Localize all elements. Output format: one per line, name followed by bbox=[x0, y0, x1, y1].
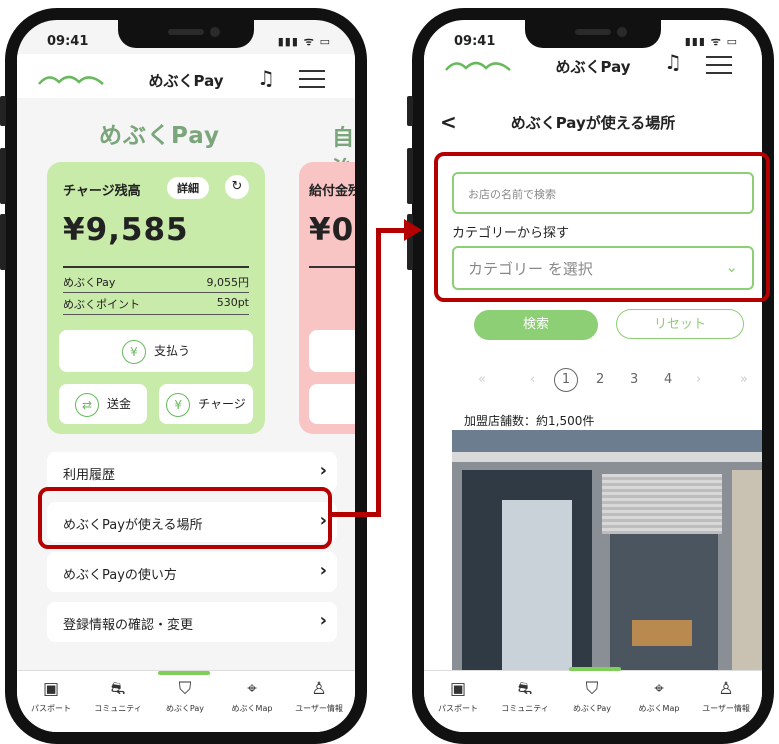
tab-bar: ▣ パスポート ⛐ コミュニティ ⛉ めぶくPay ⌖ めぶくMap ♙ ユーザー情報 bbox=[17, 670, 355, 732]
tab-passport[interactable]: ▣ パスポート bbox=[424, 679, 492, 714]
charge-icon: ¥ bbox=[166, 392, 191, 417]
app-header: めぶくPay ♫ bbox=[17, 54, 355, 98]
connector-arrow-vertical bbox=[376, 228, 381, 517]
bell-icon[interactable]: ♫ bbox=[664, 50, 682, 74]
screen-places: 09:41 ▮▮▮ ᯤ ▭ めぶくPay ♫ < めぶくPayが使える場所 お店… bbox=[424, 20, 762, 732]
chevron-right-icon: › bbox=[319, 560, 327, 581]
community-icon: ⛐ bbox=[110, 679, 126, 699]
hamburger-menu-icon[interactable] bbox=[706, 56, 732, 80]
highlight-usable-places-link bbox=[38, 487, 332, 549]
charge-balance-card[interactable]: チャージ残高 詳細 ↻ ¥9,585 めぶくPay 9,055円 めぶくポイント 5… bbox=[47, 162, 265, 434]
map-icon: ⌖ bbox=[654, 679, 664, 699]
pay-icon: ⛉ bbox=[178, 679, 192, 699]
refresh-icon[interactable]: ↻ bbox=[225, 175, 249, 199]
screen-home: 09:41 ▮▮▮ ᯤ ▭ めぶくPay ♫ めぶくPay 自治 チャージ残高 … bbox=[17, 20, 355, 732]
benefit-pay-button[interactable] bbox=[309, 330, 355, 372]
hamburger-menu-icon[interactable] bbox=[299, 70, 325, 94]
brand-title: めぶくPay bbox=[99, 123, 221, 149]
highlight-search-area bbox=[434, 152, 770, 302]
active-tab-indicator bbox=[158, 671, 210, 675]
mute-switch bbox=[407, 96, 413, 126]
benefit-balance-label: 給付金残 bbox=[309, 184, 355, 199]
tab-community[interactable]: ⛐ コミュニティ bbox=[84, 679, 152, 714]
connector-arrow-top bbox=[376, 228, 406, 233]
storefront-photo[interactable] bbox=[452, 430, 762, 670]
benefit-action-button[interactable] bbox=[309, 384, 355, 424]
yen-icon: ¥ bbox=[121, 339, 146, 364]
page-header: < めぶくPayが使える場所 bbox=[424, 110, 762, 140]
charge-button[interactable]: ¥ チャージ bbox=[159, 384, 253, 424]
tab-bar: ▣ パスポート ⛐ コミュニティ ⛉ めぶくPay ⌖ めぶくMap ♙ ユーザー情報 bbox=[424, 667, 762, 732]
send-money-icon: ⇄ bbox=[74, 392, 99, 417]
balance-row-points: めぶくポイント 530pt bbox=[63, 296, 249, 315]
pagination-next[interactable]: › bbox=[696, 372, 701, 387]
chevron-right-icon: › bbox=[319, 610, 327, 631]
mute-switch bbox=[0, 96, 6, 126]
benefit-balance-card[interactable]: 給付金残 ¥0 bbox=[299, 162, 355, 434]
app-header: めぶくPay ♫ bbox=[424, 46, 762, 90]
pagination-page-2[interactable]: 2 bbox=[596, 372, 604, 387]
user-icon: ♙ bbox=[311, 679, 327, 699]
tab-user[interactable]: ♙ ユーザー情報 bbox=[692, 679, 760, 714]
detail-button[interactable]: 詳細 bbox=[167, 177, 209, 199]
pagination-first[interactable]: « bbox=[478, 372, 486, 387]
pagination-last[interactable]: » bbox=[740, 372, 748, 387]
passport-icon: ▣ bbox=[42, 679, 60, 699]
bell-icon[interactable]: ♫ bbox=[257, 66, 275, 90]
pay-icon: ⛉ bbox=[585, 679, 599, 699]
page-title: めぶくPayが使える場所 bbox=[510, 114, 676, 132]
tab-user[interactable]: ♙ ユーザー情報 bbox=[285, 679, 353, 714]
user-icon: ♙ bbox=[718, 679, 734, 699]
pay-button[interactable]: ¥ 支払う bbox=[59, 330, 253, 372]
phone-left: 09:41 ▮▮▮ ᯤ ▭ めぶくPay ♫ めぶくPay 自治 チャージ残高 … bbox=[0, 8, 367, 744]
connector-arrowhead-icon bbox=[404, 219, 422, 241]
volume-up-button bbox=[407, 148, 413, 204]
link-usage-history[interactable]: 利用履歴 › bbox=[47, 452, 337, 492]
active-tab-indicator bbox=[569, 667, 621, 671]
connector-arrow-horizontal bbox=[328, 512, 380, 517]
volume-down-button bbox=[0, 214, 6, 270]
link-how-to-use[interactable]: めぶくPayの使い方 › bbox=[47, 552, 337, 592]
benefit-balance-amount: ¥0 bbox=[309, 212, 355, 248]
divider bbox=[309, 266, 355, 268]
notch bbox=[525, 20, 661, 48]
tab-map[interactable]: ⌖ めぶくMap bbox=[625, 679, 693, 714]
chevron-right-icon: › bbox=[319, 460, 327, 481]
pagination-page-3[interactable]: 3 bbox=[630, 372, 638, 387]
notch bbox=[118, 20, 254, 48]
tab-passport[interactable]: ▣ パスポート bbox=[17, 679, 85, 714]
status-indicators: ▮▮▮ ᯤ ▭ bbox=[277, 35, 331, 48]
tab-map[interactable]: ⌖ めぶくMap bbox=[218, 679, 286, 714]
search-button[interactable]: 検索 bbox=[474, 310, 598, 340]
pagination-prev[interactable]: ‹ bbox=[530, 372, 535, 387]
tab-pay[interactable]: ⛉ めぶくPay bbox=[151, 679, 219, 714]
charge-balance-amount: ¥9,585 bbox=[63, 212, 189, 248]
volume-up-button bbox=[0, 148, 6, 204]
status-time: 09:41 bbox=[47, 34, 89, 49]
map-icon: ⌖ bbox=[247, 679, 257, 699]
pagination-page-4[interactable]: 4 bbox=[664, 372, 672, 387]
pagination-page-1[interactable]: 1 bbox=[554, 368, 578, 392]
phone-right: 09:41 ▮▮▮ ᯤ ▭ めぶくPay ♫ < めぶくPayが使える場所 お店… bbox=[407, 8, 774, 744]
send-button[interactable]: ⇄ 送金 bbox=[59, 384, 147, 424]
divider bbox=[63, 266, 249, 268]
passport-icon: ▣ bbox=[449, 679, 467, 699]
reset-button[interactable]: リセット bbox=[616, 309, 744, 339]
charge-balance-label: チャージ残高 bbox=[63, 184, 141, 199]
link-registration-info[interactable]: 登録情報の確認・変更 › bbox=[47, 602, 337, 642]
community-icon: ⛐ bbox=[517, 679, 533, 699]
tab-community[interactable]: ⛐ コミュニティ bbox=[491, 679, 559, 714]
store-count: 加盟店舗数：約1,500件 bbox=[464, 414, 595, 428]
balance-row-pay: めぶくPay 9,055円 bbox=[63, 274, 249, 293]
tab-pay[interactable]: ⛉ めぶくPay bbox=[558, 679, 626, 714]
